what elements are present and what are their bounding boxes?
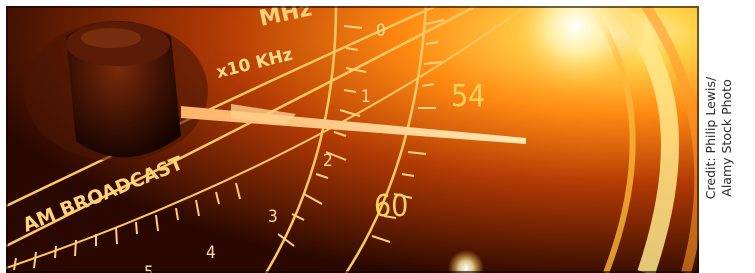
outer-scale-number: 60: [374, 189, 408, 224]
scale-number: 0: [376, 21, 386, 41]
credit-line-2: Alamy Stock Photo: [719, 79, 734, 197]
scale-number: 3: [268, 207, 278, 227]
scale-number: 4: [206, 243, 216, 263]
credit-line-1: Credit: Philip Lewis/: [703, 76, 718, 200]
radio-dial-photo: MHz x10 KHz AM BROADCAST 0 1 2 3 4 5 54 …: [6, 6, 699, 273]
tuning-knob: [24, 21, 208, 161]
scale-number: 1: [361, 87, 371, 107]
scale-number: 2: [323, 151, 333, 171]
outer-scale-number: 54: [451, 79, 485, 114]
radio-dial-illustration: MHz x10 KHz AM BROADCAST 0 1 2 3 4 5 54 …: [6, 6, 699, 273]
photo-credit: Credit: Philip Lewis/ Alamy Stock Photo: [703, 8, 743, 268]
